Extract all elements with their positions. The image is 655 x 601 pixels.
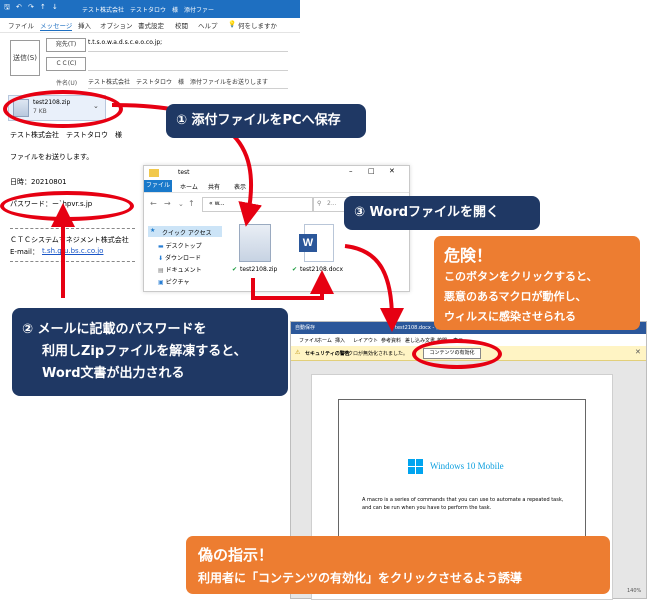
danger-line2: 悪意のあるマクロが動作し、 — [444, 290, 587, 303]
callout-step2-line1: ② メールに記載のパスワードを — [22, 322, 207, 337]
callout-step2-line2: 利用しZipファイルを解凍すると、 — [42, 344, 247, 359]
callout-step2: ② メールに記載のパスワードを 利用しZipファイルを解凍すると、 Word文書… — [12, 308, 288, 396]
callout-step1: ① 添付ファイルをPCへ保存 — [166, 104, 366, 138]
callout-fake-instruction: 偽の指示！ 利用者に「コンテンツの有効化」をクリックさせるよう誘導 — [186, 536, 610, 594]
callout-danger: 危険！ このボタンをクリックすると、 悪意のあるマクロが動作し、 ウィルスに感染… — [434, 236, 640, 330]
danger-line3: ウィルスに感染させられる — [444, 310, 576, 323]
callout-step2-line3: Word文書が出力される — [42, 366, 185, 381]
fake-text: 利用者に「コンテンツの有効化」をクリックさせるよう誘導 — [198, 571, 523, 585]
danger-title: 危険！ — [444, 246, 493, 265]
arrow-extract — [251, 270, 334, 300]
danger-line1: このボタンをクリックすると、 — [444, 270, 598, 283]
arrow-open-word — [344, 244, 404, 332]
callout-step3: ③ Wordファイルを開く — [344, 196, 540, 230]
fake-title: 偽の指示！ — [198, 546, 274, 564]
